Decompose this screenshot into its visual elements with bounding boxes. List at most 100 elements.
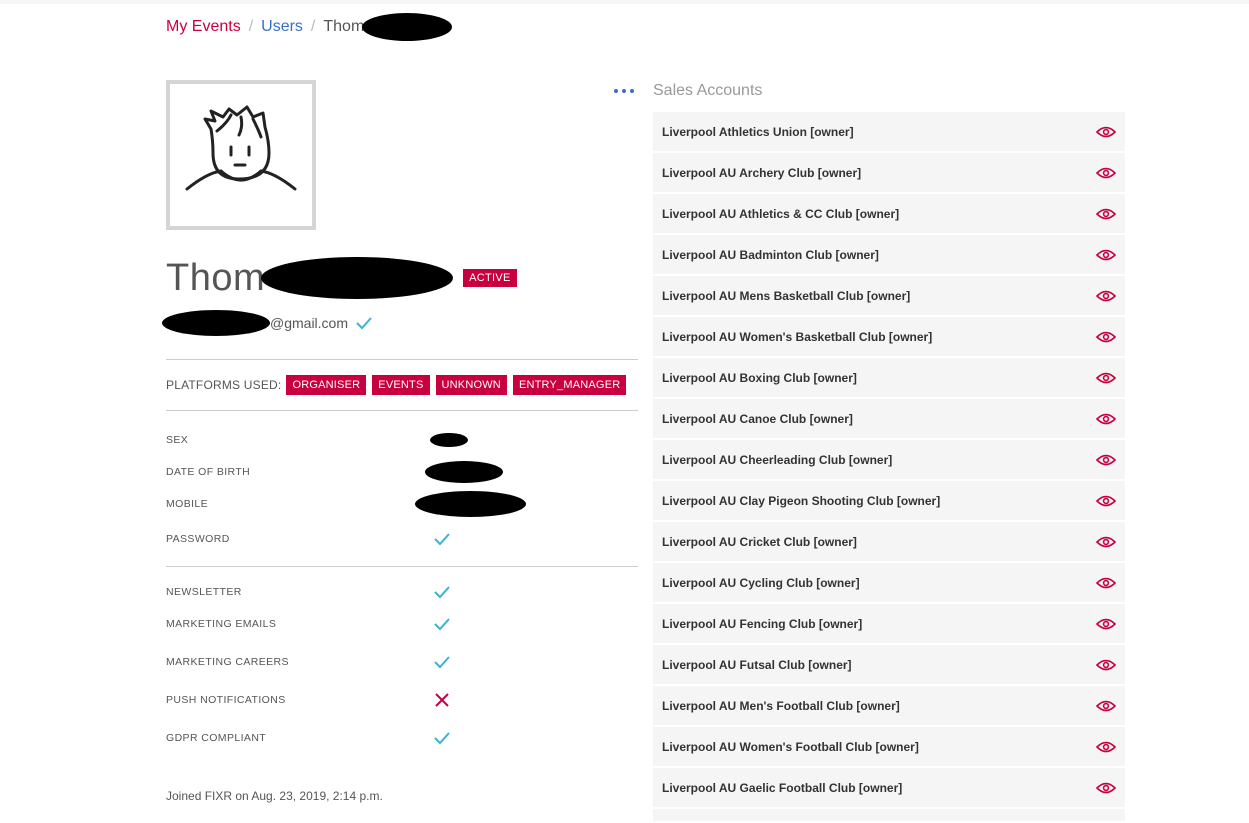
sales-account-row[interactable]: Liverpool AU Mens Basketball Club [owner…	[653, 276, 1125, 315]
field-label: NEWSLETTER	[166, 586, 242, 598]
breadcrumb-my-events[interactable]: My Events	[166, 18, 241, 36]
sales-account-name: Liverpool AU Women's Basketball Club [ow…	[662, 329, 933, 344]
detail-row-password: PASSWORD	[166, 529, 638, 549]
eye-icon[interactable]	[1096, 618, 1116, 630]
eye-icon[interactable]	[1096, 454, 1116, 466]
preference-row-marketing-careers: MARKETING CAREERS	[166, 652, 638, 672]
more-options-button[interactable]	[612, 82, 636, 100]
more-dots-icon	[622, 89, 626, 93]
breadcrumb-separator: /	[310, 18, 316, 35]
platforms-row: PLATFORMS USED: ORGANISER EVENTS UNKNOWN…	[166, 374, 632, 396]
sales-account-row[interactable]: Liverpool AU Cheerleading Club [owner]	[653, 440, 1125, 479]
sales-account-row[interactable]: Liverpool AU Badminton Club [owner]	[653, 235, 1125, 274]
eye-icon[interactable]	[1096, 290, 1116, 302]
divider	[166, 410, 638, 411]
sales-account-row[interactable]: Liverpool AU Athletics & CC Club [owner]	[653, 194, 1125, 233]
eye-icon[interactable]	[1096, 208, 1116, 220]
eye-icon[interactable]	[1096, 331, 1116, 343]
redaction-mark	[415, 491, 526, 517]
eye-icon[interactable]	[1096, 659, 1116, 671]
sales-account-row[interactable]: Liverpool AU Cycling Club [owner]	[653, 563, 1125, 602]
sales-account-row[interactable]: Liverpool AU Archery Club [owner]	[653, 153, 1125, 192]
sales-account-row[interactable]: Liverpool AU Gaelic Football Club [owner…	[653, 768, 1125, 807]
eye-icon[interactable]	[1096, 741, 1116, 753]
joined-date: Joined FIXR on Aug. 23, 2019, 2:14 p.m.	[166, 789, 383, 803]
sales-account-name: Liverpool AU Futsal Club [owner]	[662, 657, 852, 672]
email-row: @gmail.com	[162, 310, 372, 336]
check-icon	[434, 656, 450, 669]
sales-accounts-title: Sales Accounts	[653, 82, 763, 99]
sales-account-row[interactable]: Liverpool AU Men's Football Club [owner]	[653, 686, 1125, 725]
user-name-row: Thom ACTIVE	[166, 255, 517, 301]
eye-icon[interactable]	[1096, 167, 1116, 179]
check-icon	[434, 586, 450, 599]
divider	[166, 359, 638, 360]
avatar-icon	[185, 105, 297, 191]
check-icon	[434, 732, 450, 745]
sales-account-name: Liverpool AU Archery Club [owner]	[662, 165, 862, 180]
sales-account-name: Liverpool AU Badminton Club [owner]	[662, 247, 879, 262]
sales-account-name: Liverpool AU Fencing Club [owner]	[662, 616, 863, 631]
breadcrumb-separator: /	[248, 18, 254, 35]
divider	[166, 566, 638, 567]
top-bar	[0, 0, 1249, 4]
preference-row-push-notifications: PUSH NOTIFICATIONS	[166, 690, 638, 710]
sales-account-row[interactable]: Liverpool AU Fencing Club [owner]	[653, 604, 1125, 643]
eye-icon[interactable]	[1096, 126, 1116, 138]
eye-icon[interactable]	[1096, 413, 1116, 425]
eye-icon[interactable]	[1096, 249, 1116, 261]
cross-icon	[435, 693, 449, 707]
sales-account-name: Liverpool AU Boxing Club [owner]	[662, 370, 857, 385]
sales-account-row[interactable]: Liverpool AU Women's Basketball Club [ow…	[653, 317, 1125, 356]
preference-row-gdpr-compliant: GDPR COMPLIANT	[166, 728, 638, 748]
sales-account-row[interactable]: Liverpool AU Cricket Club [owner]	[653, 522, 1125, 561]
sales-account-row[interactable]: Liverpool AU Futsal Club [owner]	[653, 645, 1125, 684]
sales-accounts-list: Liverpool Athletics Union [owner] Liverpo…	[653, 112, 1125, 823]
sales-account-row[interactable]: Liverpool AU Boxing Club [owner]	[653, 358, 1125, 397]
check-icon	[434, 618, 450, 631]
eye-icon[interactable]	[1096, 577, 1116, 589]
field-label: MOBILE	[166, 498, 209, 510]
detail-row-sex: SEX	[166, 430, 638, 450]
sales-account-name: Liverpool Athletics Union [owner]	[662, 124, 854, 139]
field-label: GDPR COMPLIANT	[166, 732, 267, 744]
sales-account-name: Liverpool AU Mens Basketball Club [owner…	[662, 288, 911, 303]
redaction-mark	[162, 310, 270, 336]
sales-account-name: Liverpool AU Cycling Club [owner]	[662, 575, 860, 590]
preference-row-marketing-emails: MARKETING EMAILS	[166, 614, 638, 634]
user-name: Thom	[166, 256, 266, 299]
redaction-mark	[362, 13, 453, 41]
sales-account-name: Liverpool AU Canoe Club [owner]	[662, 411, 853, 426]
sales-account-name: Liverpool AU Athletics & CC Club [owner]	[662, 206, 900, 221]
more-dots-icon	[614, 89, 618, 93]
sales-account-name: Liverpool AU Women's Football Club [owne…	[662, 739, 919, 754]
sales-account-row[interactable]: Liverpool Athletics Union [owner]	[653, 112, 1125, 151]
sales-account-row[interactable]	[653, 809, 1125, 821]
platforms-label: PLATFORMS USED:	[166, 378, 282, 392]
sales-account-row[interactable]: Liverpool AU Women's Football Club [owne…	[653, 727, 1125, 766]
eye-icon[interactable]	[1096, 372, 1116, 384]
eye-icon[interactable]	[1096, 495, 1116, 507]
breadcrumb-users[interactable]: Users	[261, 18, 303, 36]
sales-account-name: Liverpool AU Men's Football Club [owner]	[662, 698, 900, 713]
platform-badge: EVENTS	[372, 375, 430, 395]
redaction-mark	[430, 433, 468, 447]
breadcrumb-current: Thom	[323, 13, 453, 41]
redaction-mark	[261, 257, 454, 299]
detail-row-date-of-birth: DATE OF BIRTH	[166, 461, 638, 483]
field-label: PASSWORD	[166, 533, 230, 545]
more-dots-icon	[630, 89, 634, 93]
eye-icon[interactable]	[1096, 536, 1116, 548]
field-label: SEX	[166, 434, 189, 446]
preference-row-newsletter: NEWSLETTER	[166, 582, 638, 602]
sales-account-name: Liverpool AU Cheerleading Club [owner]	[662, 452, 893, 467]
avatar	[166, 80, 316, 230]
check-icon	[434, 533, 450, 546]
sales-account-row[interactable]: Liverpool AU Canoe Club [owner]	[653, 399, 1125, 438]
eye-icon[interactable]	[1096, 782, 1116, 794]
platform-badge: UNKNOWN	[435, 375, 507, 395]
field-label: MARKETING EMAILS	[166, 618, 277, 630]
sales-account-name: Liverpool AU Gaelic Football Club [owner…	[662, 780, 903, 795]
eye-icon[interactable]	[1096, 700, 1116, 712]
sales-account-row[interactable]: Liverpool AU Clay Pigeon Shooting Club […	[653, 481, 1125, 520]
